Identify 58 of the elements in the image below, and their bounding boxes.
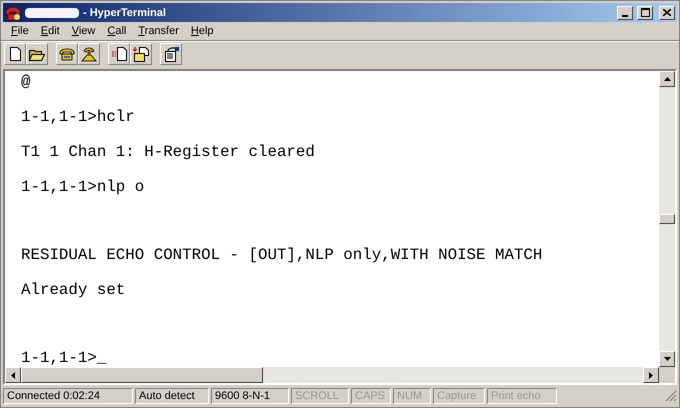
terminal-line: Already set: [21, 281, 126, 299]
scroll-right-button[interactable]: [643, 367, 659, 383]
menu-item[interactable]: Edit: [34, 25, 66, 37]
terminal-line: T1 1 Chan 1: H-Register cleared: [21, 143, 315, 161]
maximize-icon: [640, 8, 650, 17]
left-arrow-icon: [11, 372, 15, 378]
disconnect-button[interactable]: [78, 43, 100, 65]
menu-item[interactable]: Help: [184, 25, 220, 37]
right-arrow-icon: [649, 372, 653, 378]
properties-icon: [163, 46, 179, 62]
receive-button[interactable]: [130, 43, 152, 65]
document-icon: [10, 47, 20, 61]
status-pane: Print echo: [487, 388, 557, 404]
send-button[interactable]: [108, 43, 130, 65]
terminal-line: @: [21, 73, 30, 91]
scroll-thumb[interactable]: [21, 367, 263, 383]
terminal-line: 1-1,1-1>_: [21, 349, 106, 367]
telephone-icon: [59, 48, 75, 60]
scroll-left-button[interactable]: [5, 367, 21, 383]
down-arrow-icon: [664, 357, 670, 361]
minimize-button[interactable]: [617, 6, 633, 20]
scroll-thumb[interactable]: [659, 214, 675, 224]
scroll-down-button[interactable]: [659, 351, 675, 367]
vertical-scrollbar[interactable]: [659, 71, 675, 367]
up-arrow-icon: [664, 77, 670, 81]
redaction-mark: [25, 8, 79, 18]
send-file-icon: [111, 47, 127, 61]
status-pane: CAPS: [351, 388, 391, 404]
receive-file-icon: [133, 46, 149, 62]
call-button[interactable]: [56, 43, 78, 65]
terminal-line: RESIDUAL ECHO CONTROL - [OUT],NLP only,WITH NOISE MATCH: [21, 246, 542, 264]
status-pane: 9600 8-N-1: [211, 388, 289, 404]
menu-item[interactable]: Transfer: [132, 25, 185, 37]
terminal-line: 1-1,1-1>nlp o: [21, 178, 144, 196]
terminal-line: 1-1,1-1>hclr: [21, 108, 135, 126]
horizontal-scrollbar[interactable]: [5, 367, 659, 383]
terminal-screen[interactable]: @ 1-1,1-1>hclr T1 1 Chan 1: H-Register cleared 1-1,1-1>nlp o RESIDUAL ECHO CONTROL - [OUT],NLP only,WITH NOISE MATCH Already set 1-1,1-1>_: [5, 71, 659, 367]
status-pane: SCROLL: [291, 388, 349, 404]
menu-item[interactable]: Call: [101, 25, 132, 37]
status-pane: Connected 0:02:24: [3, 388, 133, 404]
close-button[interactable]: [659, 6, 675, 20]
open-button[interactable]: [26, 43, 48, 65]
telephone-icon: [5, 4, 21, 20]
menu-item[interactable]: File: [5, 25, 35, 37]
telephone-icon: [81, 46, 97, 62]
menu-item[interactable]: View: [66, 25, 102, 37]
scroll-up-button[interactable]: [659, 71, 675, 87]
folder-icon: [29, 48, 45, 60]
resize-grip-icon: [665, 390, 677, 402]
status-pane: Auto detect: [135, 388, 209, 404]
new-button[interactable]: [4, 43, 26, 65]
properties-button[interactable]: [160, 43, 182, 65]
minimize-icon: [622, 14, 628, 16]
close-icon: [663, 9, 671, 16]
maximize-button[interactable]: [637, 6, 653, 20]
status-pane: Capture: [433, 388, 485, 404]
status-pane: NUM: [393, 388, 431, 404]
window-title: - HyperTerminal: [83, 6, 167, 18]
